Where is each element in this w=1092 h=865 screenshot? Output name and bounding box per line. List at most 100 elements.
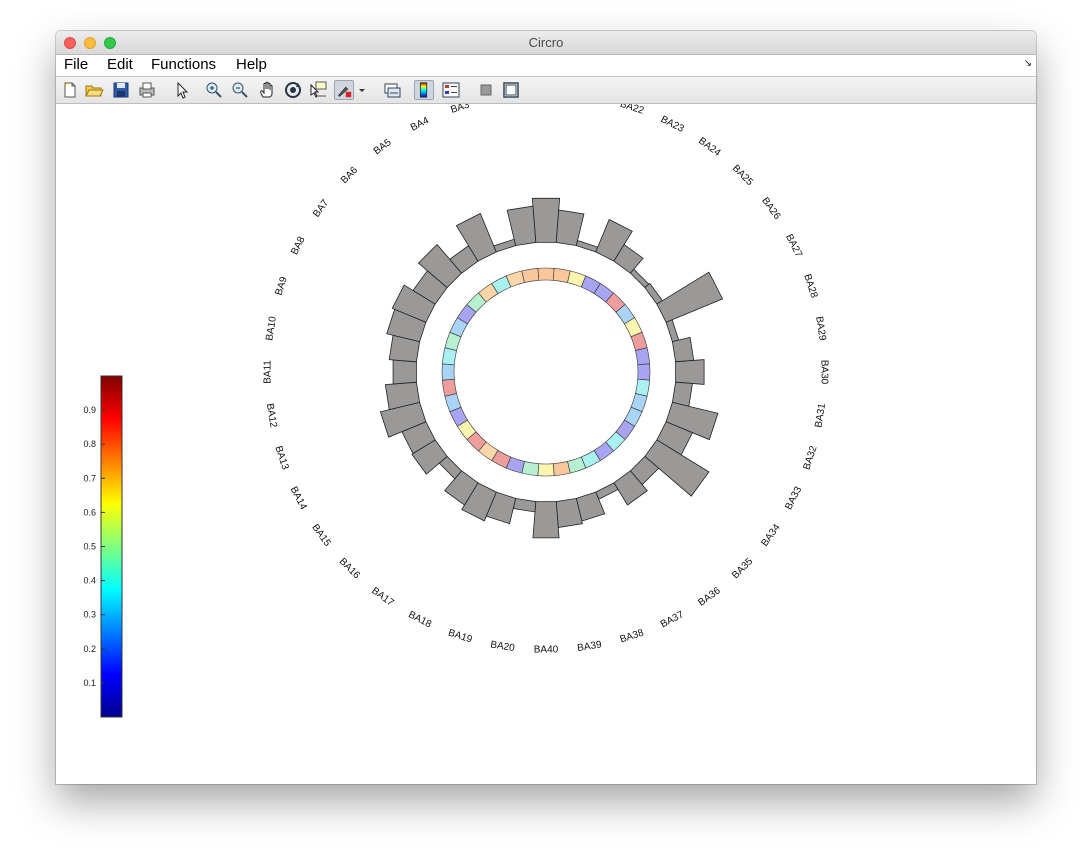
colorbar-tick-label: 0.6 — [83, 507, 96, 517]
colorbar-tick-label: 0.8 — [83, 439, 96, 449]
label-ba32: BA32 — [802, 444, 820, 471]
ring-segment-ba8 — [449, 317, 468, 338]
bar-ba39 — [555, 497, 583, 528]
label-ba11: BA11 — [263, 360, 274, 384]
label-ba37: BA37 — [659, 609, 686, 630]
label-ba21: BA21 — [577, 104, 603, 105]
new-figure-icon[interactable] — [60, 80, 80, 100]
ring-segment-ba22 — [567, 270, 587, 288]
data-cursor-icon[interactable] — [308, 80, 328, 100]
brush-dropdown-icon[interactable] — [356, 80, 368, 100]
bar-ba13 — [379, 401, 427, 438]
link-plot-icon[interactable] — [382, 80, 402, 100]
bar-ba2 — [506, 205, 537, 247]
bar-ba24 — [613, 243, 644, 274]
label-ba15: BA15 — [309, 522, 333, 549]
label-ba31: BA31 — [813, 402, 828, 428]
ring-segment-ba34 — [615, 419, 636, 440]
menu-help[interactable]: Help — [236, 56, 267, 73]
label-ba24: BA24 — [696, 136, 723, 160]
bar-ba8 — [391, 284, 436, 323]
label-ba23: BA23 — [659, 114, 686, 135]
label-ba40: BA40 — [534, 645, 559, 656]
open-file-icon[interactable] — [84, 80, 104, 100]
zoom-out-icon[interactable] — [230, 80, 250, 100]
bar-ba10 — [388, 334, 421, 363]
ring-segment-ba15 — [456, 419, 477, 440]
bar-ba14 — [401, 421, 436, 455]
bar-ba27 — [656, 271, 724, 323]
bar-ba33 — [656, 421, 694, 456]
label-ba18: BA18 — [406, 609, 433, 630]
label-ba35: BA35 — [730, 556, 755, 581]
label-ba30: BA30 — [818, 360, 829, 385]
figure-toolbar — [56, 77, 1036, 104]
show-tools-icon[interactable] — [501, 80, 521, 100]
menu-bar: File Edit Functions Help ↘ — [56, 55, 1036, 77]
ring-segment-ba4 — [491, 275, 512, 294]
bar-ba34 — [644, 439, 710, 497]
ring-segment-ba11 — [441, 363, 455, 381]
pan-icon[interactable] — [257, 80, 277, 100]
brush-button[interactable] — [334, 80, 354, 100]
ring-segment-ba33 — [624, 406, 643, 427]
brush-icon — [337, 86, 352, 98]
menu-edit[interactable]: Edit — [107, 56, 133, 73]
save-icon[interactable] — [111, 80, 131, 100]
bar-ba35 — [629, 455, 660, 486]
colorbar-tick-label: 0.5 — [83, 542, 96, 552]
bar-ba4 — [455, 212, 497, 262]
ring-segment-ba27 — [624, 317, 643, 338]
ring-segment-ba9 — [444, 331, 462, 351]
ring-segment-ba23 — [580, 275, 601, 294]
bar-ba11 — [392, 359, 417, 385]
zoom-in-icon[interactable] — [204, 80, 224, 100]
legend-icon[interactable] — [441, 80, 461, 100]
bar-ba5 — [449, 245, 479, 274]
label-ba4: BA4 — [409, 115, 431, 134]
colorbar-button[interactable] — [414, 80, 434, 100]
hide-tools-icon[interactable] — [476, 80, 496, 100]
bar-ba19 — [485, 491, 517, 525]
rotate-3d-icon[interactable] — [283, 80, 303, 100]
title-bar: Circro — [56, 31, 1036, 55]
ring-segment-ba21 — [552, 267, 571, 283]
bar-ba30 — [675, 359, 705, 385]
ring-segment-ba36 — [593, 441, 614, 462]
label-ba10: BA10 — [264, 315, 279, 341]
bar-ba22 — [575, 240, 599, 253]
bar-ba21 — [555, 209, 585, 247]
circro-window: Circro File Edit Functions Help ↘ 0.1 0.… — [56, 31, 1036, 784]
bar-ba1 — [531, 197, 561, 243]
colorbar-icon — [419, 82, 428, 98]
pointer-icon[interactable] — [172, 80, 192, 100]
colorbar-tick-label: 0.7 — [83, 473, 96, 483]
bar-ba31 — [671, 381, 693, 407]
label-ba8: BA8 — [289, 235, 308, 257]
ring-segment-ba39 — [552, 461, 571, 477]
menu-functions[interactable]: Functions — [151, 56, 216, 73]
ring-segment-ba13 — [444, 393, 462, 413]
bar-ba23 — [595, 218, 633, 262]
bar-ba32 — [665, 401, 719, 441]
label-ba5: BA5 — [372, 137, 394, 157]
bar-ba29 — [671, 336, 695, 363]
ring-segment-ba30 — [637, 363, 651, 381]
ring-segment-ba29 — [635, 347, 651, 366]
menu-file[interactable]: File — [64, 56, 88, 73]
bar-ba17 — [444, 470, 479, 506]
label-ba3: BA3 — [449, 104, 471, 116]
label-ba13: BA13 — [272, 445, 290, 472]
print-icon[interactable] — [137, 80, 157, 100]
bar-ba38 — [575, 491, 606, 522]
ring-segment-ba40 — [537, 463, 555, 477]
bar-ba40 — [532, 501, 560, 539]
label-ba9: BA9 — [274, 275, 290, 297]
ring-segment-ba32 — [630, 393, 648, 413]
dock-arrow-icon[interactable]: ↘ — [1024, 58, 1032, 69]
label-ba34: BA34 — [759, 522, 783, 549]
ring-segment-ba38 — [567, 456, 587, 474]
ring-segment-ba26 — [615, 304, 636, 325]
ring-segment-ba31 — [635, 378, 651, 397]
bar-ba18 — [461, 482, 497, 522]
